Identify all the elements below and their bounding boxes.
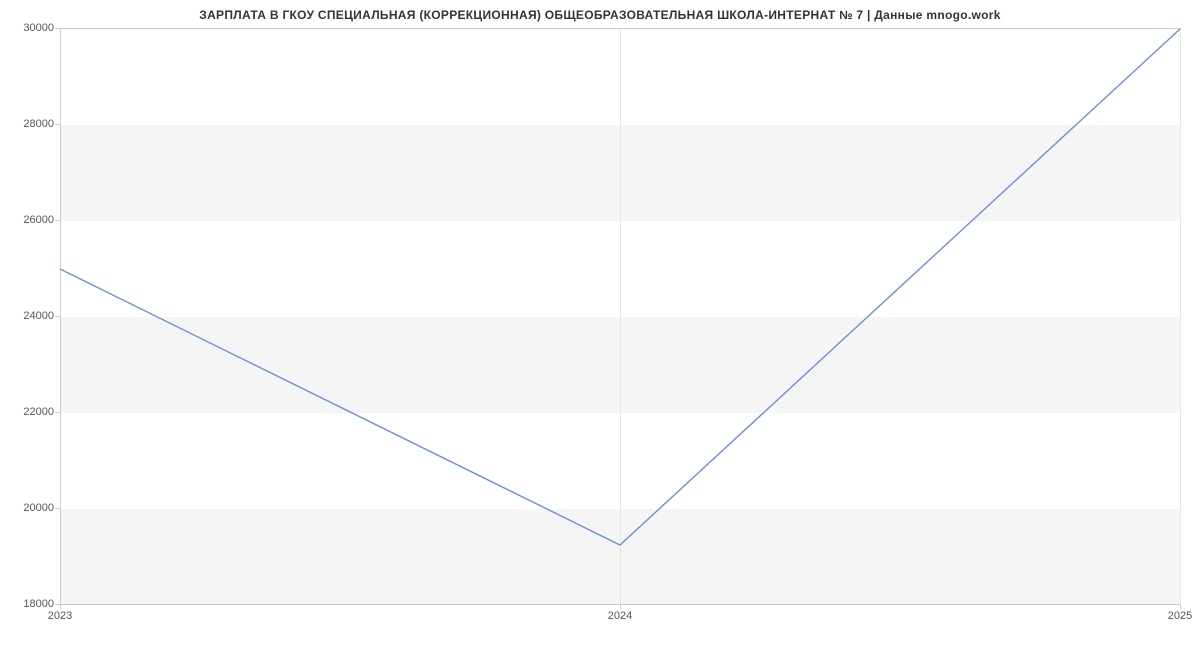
line-series bbox=[60, 29, 1180, 605]
chart-title: ЗАРПЛАТА В ГКОУ СПЕЦИАЛЬНАЯ (КОРРЕКЦИОНН… bbox=[0, 0, 1200, 22]
x-tick-label: 2025 bbox=[1168, 610, 1192, 622]
y-tick-label: 20000 bbox=[6, 502, 54, 514]
y-tick-label: 24000 bbox=[6, 310, 54, 322]
grid-vline bbox=[1180, 29, 1181, 605]
y-tick-label: 18000 bbox=[6, 598, 54, 610]
plot-area bbox=[60, 28, 1181, 605]
x-tick-label: 2023 bbox=[48, 610, 72, 622]
y-tick-label: 28000 bbox=[6, 118, 54, 130]
y-tick-label: 26000 bbox=[6, 214, 54, 226]
y-tick-label: 30000 bbox=[6, 22, 54, 34]
x-tick-label: 2024 bbox=[608, 610, 632, 622]
y-tick-label: 22000 bbox=[6, 406, 54, 418]
